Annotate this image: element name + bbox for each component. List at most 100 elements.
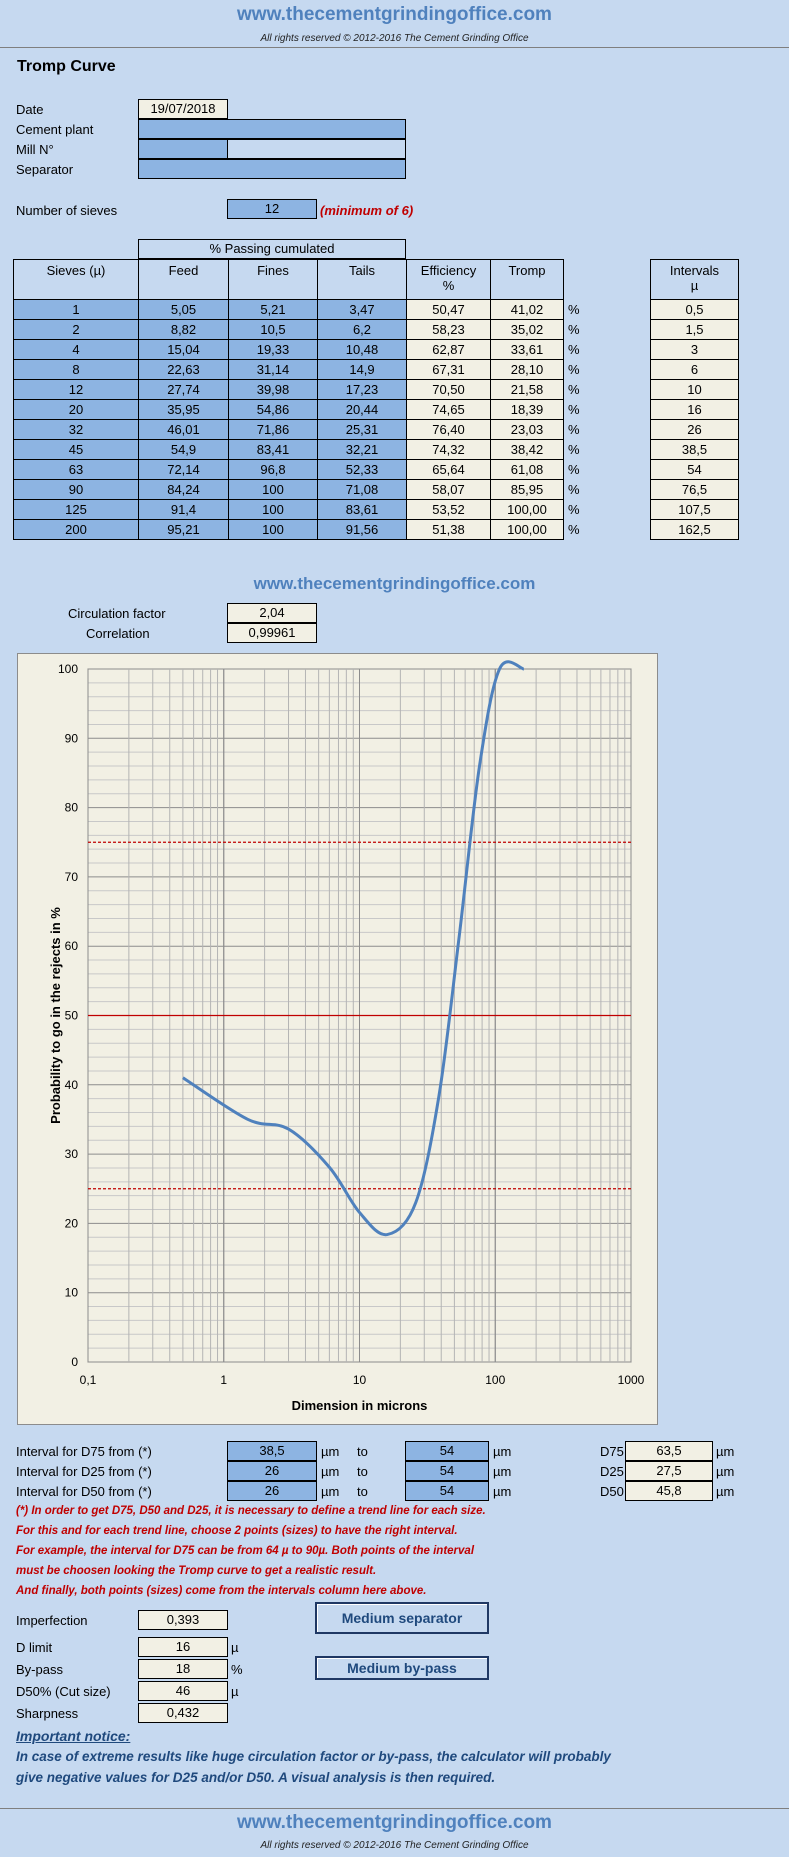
d25-to-unit: µm	[493, 1464, 512, 1479]
d25-to-field[interactable]: 54	[405, 1461, 489, 1481]
cell-fines[interactable]: 10,5	[228, 319, 318, 340]
y-tick-label: 100	[58, 662, 78, 676]
d50-to-field[interactable]: 54	[405, 1481, 489, 1501]
cell-percent-unit: %	[568, 302, 580, 317]
header-sieves: Sieves (µ)	[13, 259, 139, 300]
cell-fines[interactable]: 83,41	[228, 439, 318, 460]
cell-tails[interactable]: 91,56	[317, 519, 407, 540]
cell-tails[interactable]: 83,61	[317, 499, 407, 520]
notice-title: Important notice:	[16, 1728, 131, 1744]
footer-divider	[0, 1808, 789, 1809]
header-intervals: Intervals µ	[650, 259, 739, 300]
d75-name: D75	[600, 1444, 624, 1459]
table-row: 8 22,63 31,14 14,9 67,31 28,10% 6	[13, 359, 739, 380]
cell-feed[interactable]: 84,24	[138, 479, 229, 500]
cell-feed[interactable]: 5,05	[138, 299, 229, 320]
cell-feed[interactable]: 72,14	[138, 459, 229, 480]
separator-field[interactable]	[138, 159, 406, 179]
header-efficiency-label: Efficiency	[420, 263, 477, 278]
cell-tromp: 61,08	[490, 459, 564, 480]
sieves-minimum-note: (minimum of 6)	[320, 203, 414, 218]
table-header-row: Sieves (µ) Feed Fines Tails Efficiency% …	[13, 259, 739, 300]
cell-feed[interactable]: 27,74	[138, 379, 229, 400]
date-label: Date	[16, 102, 44, 117]
cell-interval: 54	[650, 459, 739, 480]
cell-tails[interactable]: 6,2	[317, 319, 407, 340]
d75-to-field[interactable]: 54	[405, 1441, 489, 1461]
footer-copyright: All rights reserved © 2012-2016 The Ceme…	[260, 1840, 529, 1851]
cell-tails[interactable]: 17,23	[317, 379, 407, 400]
cell-tails[interactable]: 52,33	[317, 459, 407, 480]
d75-from-unit: µm	[321, 1444, 340, 1459]
medium-separator-button[interactable]: Medium separator	[315, 1602, 489, 1634]
table-row: 45 54,9 83,41 32,21 74,32 38,42% 38,5	[13, 439, 739, 460]
cell-fines[interactable]: 100	[228, 499, 318, 520]
cell-tromp: 23,03	[490, 419, 564, 440]
cell-feed[interactable]: 54,9	[138, 439, 229, 460]
header-tails: Tails	[317, 259, 407, 300]
cell-tails[interactable]: 14,9	[317, 359, 407, 380]
cell-fines[interactable]: 100	[228, 519, 318, 540]
d75-from-field[interactable]: 38,5	[227, 1441, 317, 1461]
cell-fines[interactable]: 19,33	[228, 339, 318, 360]
x-tick-label: 0,1	[80, 1373, 97, 1387]
y-axis-label: Probability to go in the rejects in %	[48, 907, 63, 1124]
cell-eff: 76,40	[406, 419, 491, 440]
mill-field[interactable]	[138, 139, 228, 159]
cell-percent-unit: %	[568, 322, 580, 337]
notice-line-1: In case of extreme results like huge cir…	[16, 1749, 611, 1764]
cell-interval: 162,5	[650, 519, 739, 540]
d50-cut-unit: µ	[231, 1684, 239, 1699]
note-line-4: must be choosen looking the Tromp curve …	[16, 1565, 377, 1577]
x-tick-label: 1	[220, 1373, 227, 1387]
d50-value: 45,8	[625, 1481, 713, 1501]
cell-tails[interactable]: 25,31	[317, 419, 407, 440]
cell-sieve: 4	[13, 339, 139, 360]
cell-feed[interactable]: 91,4	[138, 499, 229, 520]
cell-fines[interactable]: 71,86	[228, 419, 318, 440]
cell-fines[interactable]: 5,21	[228, 299, 318, 320]
d25-from-field[interactable]: 26	[227, 1461, 317, 1481]
d50-from-field[interactable]: 26	[227, 1481, 317, 1501]
cell-percent-unit: %	[568, 382, 580, 397]
cell-sieve: 90	[13, 479, 139, 500]
table-row: 32 46,01 71,86 25,31 76,40 23,03% 26	[13, 419, 739, 440]
cell-tails[interactable]: 10,48	[317, 339, 407, 360]
cell-fines[interactable]: 39,98	[228, 379, 318, 400]
cell-tails[interactable]: 3,47	[317, 299, 407, 320]
y-tick-label: 70	[65, 870, 79, 884]
date-field[interactable]: 19/07/2018	[138, 99, 228, 119]
mid-url: www.thecementgrindingoffice.com	[253, 574, 536, 593]
cell-feed[interactable]: 46,01	[138, 419, 229, 440]
cell-interval: 0,5	[650, 299, 739, 320]
x-tick-label: 100	[485, 1373, 505, 1387]
cell-feed[interactable]: 22,63	[138, 359, 229, 380]
cell-sieve: 12	[13, 379, 139, 400]
cell-feed[interactable]: 35,95	[138, 399, 229, 420]
medium-bypass-button[interactable]: Medium by-pass	[315, 1656, 489, 1680]
cell-percent-unit: %	[568, 422, 580, 437]
cement-plant-field[interactable]	[138, 119, 406, 139]
cell-tails[interactable]: 32,21	[317, 439, 407, 460]
cell-tromp: 85,95	[490, 479, 564, 500]
cell-fines[interactable]: 31,14	[228, 359, 318, 380]
d-limit-value: 16	[138, 1637, 228, 1657]
cell-tails[interactable]: 20,44	[317, 399, 407, 420]
y-tick-label: 80	[65, 801, 79, 815]
y-tick-label: 90	[65, 731, 79, 745]
d50-interval-label: Interval for D50 from (*)	[16, 1484, 152, 1499]
tromp-chart: 0 10 20 30 40 50 60 70 80 90 100 0,1 1 10 100 1000 Dim…	[48, 660, 645, 1413]
bypass-value: 18	[138, 1659, 228, 1679]
imperfection-value: 0,393	[138, 1610, 228, 1630]
y-tick-label: 50	[65, 1009, 79, 1023]
cell-fines[interactable]: 96,8	[228, 459, 318, 480]
cell-tails[interactable]: 71,08	[317, 479, 407, 500]
cell-feed[interactable]: 95,21	[138, 519, 229, 540]
cell-eff: 58,07	[406, 479, 491, 500]
d25-from-unit: µm	[321, 1464, 340, 1479]
cell-feed[interactable]: 15,04	[138, 339, 229, 360]
cell-fines[interactable]: 54,86	[228, 399, 318, 420]
cell-feed[interactable]: 8,82	[138, 319, 229, 340]
sieves-count-field[interactable]: 12	[227, 199, 317, 219]
cell-fines[interactable]: 100	[228, 479, 318, 500]
